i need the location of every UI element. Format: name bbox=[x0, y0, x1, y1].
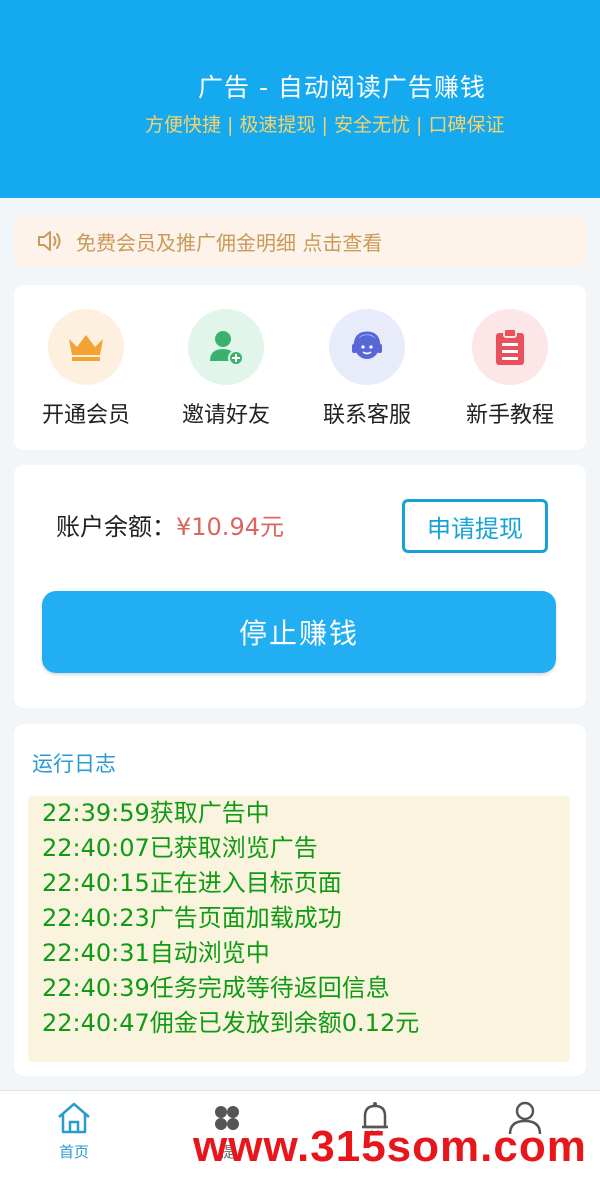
log-line: 22:40:15正在进入目标页面 bbox=[42, 869, 342, 897]
customer-service-icon bbox=[329, 309, 405, 385]
log-card: 运行日志 22:39:59获取广告中 22:40:07已获取浏览广告 22:40… bbox=[14, 724, 586, 1076]
account-card: 账户余额：¥10.94元 申请提现 停止赚钱 bbox=[14, 465, 586, 708]
log-line: 22:40:23广告页面加载成功 bbox=[42, 904, 342, 932]
add-user-icon bbox=[188, 309, 264, 385]
balance-row: 账户余额：¥10.94元 bbox=[56, 507, 284, 542]
menu-label: 新手教程 bbox=[465, 403, 554, 428]
clipboard-icon bbox=[472, 309, 548, 385]
log-line: 22:39:59获取广告中 bbox=[42, 799, 270, 827]
menu-item-membership[interactable]: 开通会员 bbox=[26, 309, 146, 429]
watermark-text: www.315som.com bbox=[193, 1122, 587, 1171]
log-line: 22:40:07已获取浏览广告 bbox=[42, 834, 318, 862]
stop-earning-button[interactable]: 停止赚钱 bbox=[42, 591, 556, 673]
log-line: 22:40:39任务完成等待返回信息 bbox=[42, 974, 390, 1002]
tab-home[interactable]: 首页 bbox=[19, 1099, 129, 1162]
menu-item-invite[interactable]: 邀请好友 bbox=[166, 309, 286, 429]
notice-text: 免费会员及推广佣金明细 点击查看 bbox=[76, 230, 383, 255]
log-line: 22:40:47佣金已发放到余额0.12元 bbox=[42, 1009, 420, 1037]
notice-bar[interactable]: 免费会员及推广佣金明细 点击查看 bbox=[14, 215, 586, 267]
app-subtitle: 方便快捷 | 极速提现 | 安全无忧 | 口碑保证 bbox=[145, 114, 505, 136]
log-line: 22:40:31自动浏览中 bbox=[42, 939, 270, 967]
log-box: 22:39:59获取广告中 22:40:07已获取浏览广告 22:40:15正在… bbox=[28, 796, 570, 1062]
menu-label: 开通会员 bbox=[41, 403, 130, 428]
log-title: 运行日志 bbox=[32, 752, 116, 776]
quick-menu: 开通会员 邀请好友 联系客服 新手教程 bbox=[14, 285, 586, 450]
withdraw-button[interactable]: 申请提现 bbox=[402, 499, 548, 553]
menu-item-support[interactable]: 联系客服 bbox=[307, 309, 427, 429]
app-title: 广告 - 自动阅读广告赚钱 bbox=[198, 73, 486, 102]
speaker-icon bbox=[38, 231, 61, 251]
menu-label: 联系客服 bbox=[322, 403, 411, 428]
menu-label: 邀请好友 bbox=[181, 403, 270, 428]
balance-label: 账户余额： bbox=[56, 513, 176, 541]
home-icon bbox=[58, 1102, 90, 1134]
tab-label: 首页 bbox=[58, 1143, 89, 1161]
menu-item-tutorial[interactable]: 新手教程 bbox=[450, 309, 570, 429]
header-banner: 广告 - 自动阅读广告赚钱 方便快捷 | 极速提现 | 安全无忧 | 口碑保证 bbox=[0, 0, 600, 198]
crown-icon bbox=[48, 309, 124, 385]
balance-value: ¥10.94元 bbox=[176, 513, 284, 541]
